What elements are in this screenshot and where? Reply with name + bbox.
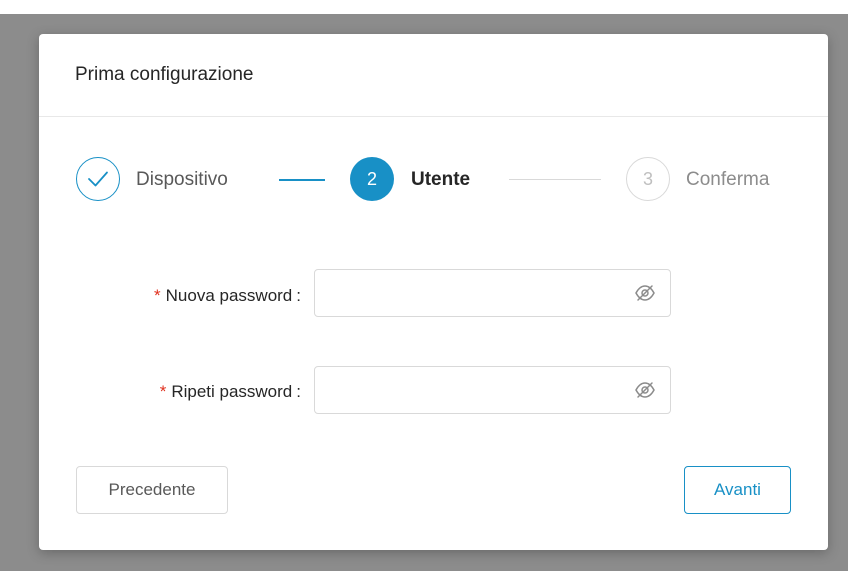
new-password-label: * Nuova password: [39, 286, 301, 306]
new-password-field[interactable] [314, 269, 671, 317]
previous-button[interactable]: Precedente [76, 466, 228, 514]
step-3-number: 3 [626, 157, 670, 201]
setup-dialog: Prima configurazione Dispositivo 2 Utent… [39, 34, 828, 550]
step-3-label: Conferma [686, 169, 770, 190]
eye-invisible-icon[interactable] [634, 380, 656, 400]
new-password-label-text: Nuova password [165, 286, 293, 305]
new-password-input[interactable] [315, 270, 625, 316]
dialog-title: Prima configurazione [75, 64, 254, 85]
repeat-password-label: * Ripeti password: [39, 382, 301, 402]
step-connector-1 [279, 179, 325, 181]
label-colon: : [296, 382, 301, 401]
required-mark: * [154, 286, 161, 305]
step-2-label: Utente [411, 169, 471, 190]
dialog-header: Prima configurazione [39, 34, 828, 117]
repeat-password-label-text: Ripeti password [171, 382, 293, 401]
step-1-label: Dispositivo [136, 169, 228, 190]
required-mark: * [159, 382, 167, 401]
page-top-strip [0, 0, 848, 14]
step-1-check-icon [76, 157, 120, 201]
repeat-password-input[interactable] [315, 367, 625, 413]
step-2-number: 2 [350, 157, 394, 201]
repeat-password-field[interactable] [314, 366, 671, 414]
step-connector-2 [509, 179, 601, 180]
next-button[interactable]: Avanti [684, 466, 791, 514]
eye-invisible-icon[interactable] [634, 283, 656, 303]
label-colon: : [296, 286, 301, 305]
